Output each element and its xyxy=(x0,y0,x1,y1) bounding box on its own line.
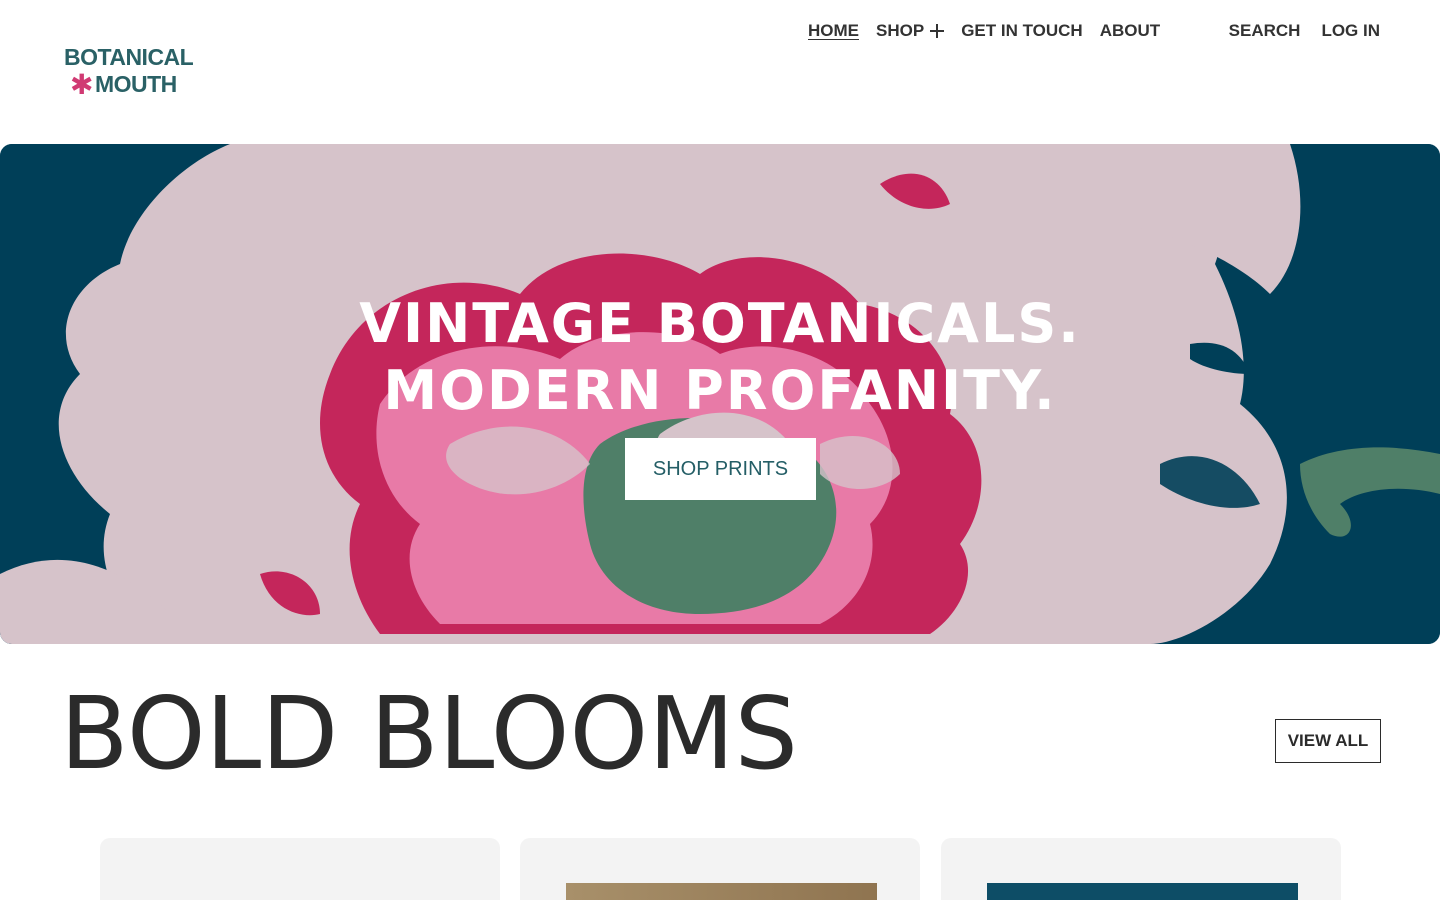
plus-icon xyxy=(930,24,945,38)
login-link[interactable]: LOG IN xyxy=(1321,20,1380,42)
product-card[interactable] xyxy=(941,838,1341,900)
brand-line2: MOUTH xyxy=(94,71,177,97)
nav-shop-link[interactable]: SHOP xyxy=(876,20,945,42)
main-nav: HOME SHOP GET IN TOUCH ABOUT xyxy=(808,20,1160,42)
view-all-button[interactable]: VIEW ALL xyxy=(1275,719,1381,763)
section-title: BOLD BLOOMS xyxy=(60,675,798,792)
site-header: BOTANICAL ✱ MOUTH HOME SHOP GET IN TOUCH… xyxy=(0,0,1440,144)
asterisk-flower-icon: ✱ xyxy=(70,68,93,100)
brand-logo[interactable]: BOTANICAL ✱ MOUTH xyxy=(64,44,204,98)
product-card[interactable] xyxy=(100,838,500,900)
hero-banner: VINTAGE BOTANICALS. MODERN PROFANITY. SH… xyxy=(0,144,1440,644)
product-image xyxy=(566,883,877,900)
nav-shop-label: SHOP xyxy=(876,21,925,40)
hero-title-line2: MODERN PROFANITY. xyxy=(383,359,1057,422)
product-card[interactable] xyxy=(520,838,920,900)
utility-nav: SEARCH LOG IN xyxy=(1229,20,1380,42)
hero-title-line1: VINTAGE BOTANICALS. xyxy=(359,292,1081,355)
nav-about-link[interactable]: ABOUT xyxy=(1100,20,1160,42)
nav-contact-link[interactable]: GET IN TOUCH xyxy=(961,20,1083,42)
hero-title: VINTAGE BOTANICALS. MODERN PROFANITY. xyxy=(0,290,1440,424)
shop-prints-button[interactable]: SHOP PRINTS xyxy=(625,438,816,500)
search-link[interactable]: SEARCH xyxy=(1229,20,1301,42)
brand-line1: BOTANICAL xyxy=(64,44,194,70)
nav-home-link[interactable]: HOME xyxy=(808,20,859,42)
product-image xyxy=(987,883,1298,900)
